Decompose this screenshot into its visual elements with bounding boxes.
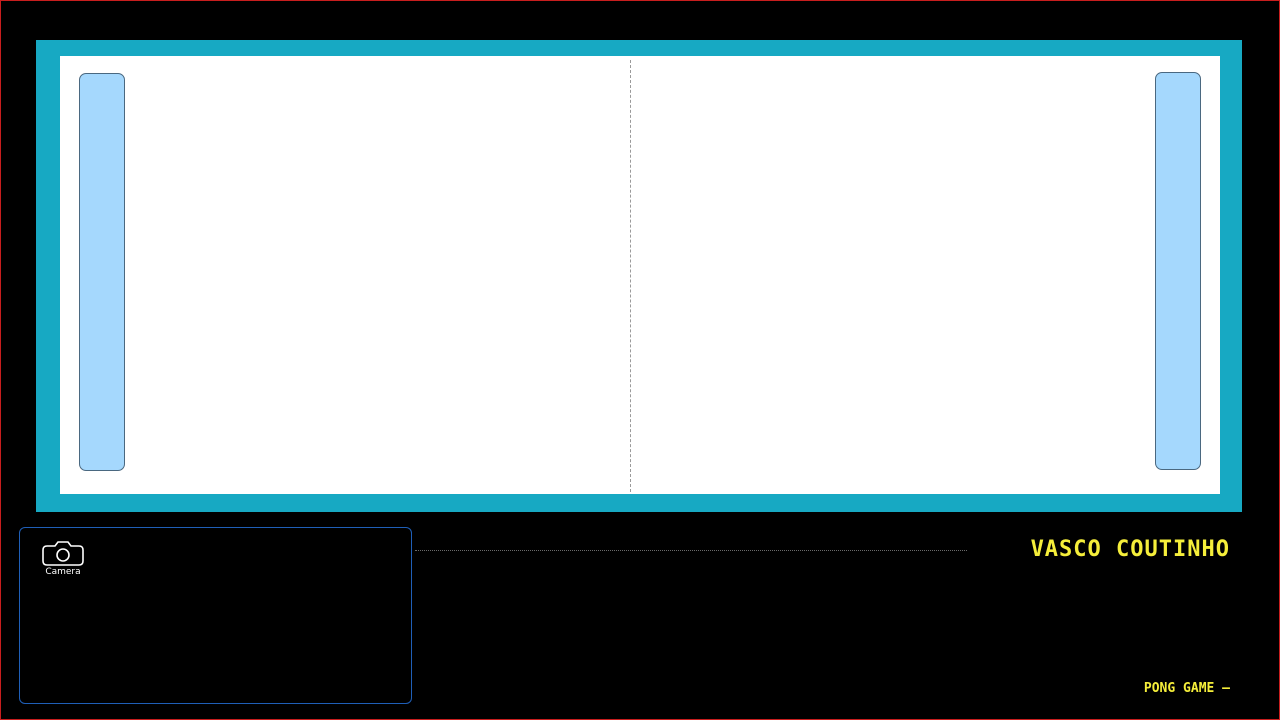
- game-title: PONG GAME –: [1143, 681, 1230, 696]
- left-paddle[interactable]: [79, 73, 125, 471]
- name-leader-line: [415, 550, 967, 551]
- camera-label: Camera: [45, 567, 81, 577]
- player-name: VASCO COUTINHO: [1030, 537, 1230, 562]
- camera-button[interactable]: Camera: [40, 540, 86, 577]
- center-net-line: [630, 60, 631, 492]
- camera-icon: [42, 541, 84, 566]
- right-paddle[interactable]: [1155, 72, 1201, 470]
- camera-panel: Camera: [19, 527, 412, 704]
- pong-court[interactable]: [60, 56, 1220, 494]
